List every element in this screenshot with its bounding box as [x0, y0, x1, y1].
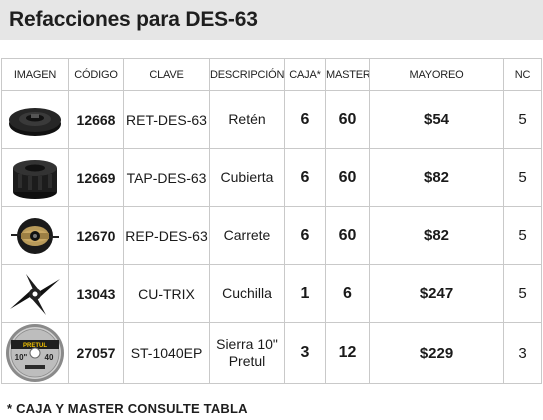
table-row: PRETUL 10" 40 27057 ST-1040EP Sierra 10"… [1, 322, 542, 384]
header-descripcion: DESCRIPCIÓN [209, 58, 285, 91]
mayoreo-cell: $54 [369, 90, 504, 149]
caja-cell: 1 [284, 264, 326, 323]
codigo-cell: 12668 [68, 90, 124, 149]
line-spool-icon [11, 217, 59, 254]
caja-cell: 6 [284, 90, 326, 149]
saw-blade-teeth-text: 40 [45, 353, 54, 362]
descripcion-line: Sierra 10" [216, 336, 278, 352]
caja-cell: 3 [284, 322, 326, 384]
codigo-cell: 12670 [68, 206, 124, 265]
descripcion-cell: Cuchilla [209, 264, 285, 323]
codigo-cell: 13043 [68, 264, 124, 323]
image-cell [1, 206, 69, 265]
mayoreo-cell: $82 [369, 148, 504, 207]
header-master: MASTER [325, 58, 370, 91]
table-header-row: IMAGEN CÓDIGO CLAVE DESCRIPCIÓN CAJA* MA… [1, 58, 542, 91]
saw-blade-icon: PRETUL 10" 40 [6, 324, 64, 382]
descripcion-cell: Sierra 10" Pretul [209, 322, 285, 384]
clave-cell: REP-DES-63 [123, 206, 210, 265]
codigo-cell: 27057 [68, 322, 124, 384]
retainer-ring-icon [9, 107, 61, 136]
nc-cell: 5 [503, 206, 542, 265]
header-caja: CAJA* [284, 58, 326, 91]
mayoreo-cell: $229 [369, 322, 504, 384]
page-title: Refacciones para DES-63 [9, 8, 258, 31]
codigo-cell: 12669 [68, 148, 124, 207]
table-row: 13043 CU-TRIX Cuchilla 1 6 $247 5 [1, 264, 542, 323]
saw-blade-size-text: 10" [15, 353, 28, 362]
caja-cell: 6 [284, 148, 326, 207]
master-cell: 60 [325, 148, 370, 207]
image-cell [1, 90, 69, 149]
image-cell [1, 264, 69, 323]
parts-table: IMAGEN CÓDIGO CLAVE DESCRIPCIÓN CAJA* MA… [1, 58, 542, 384]
master-cell: 60 [325, 90, 370, 149]
image-cell: PRETUL 10" 40 [1, 322, 69, 384]
nc-cell: 5 [503, 264, 542, 323]
mayoreo-cell: $82 [369, 206, 504, 265]
descripcion-cell: Carrete [209, 206, 285, 265]
master-cell: 6 [325, 264, 370, 323]
image-cell [1, 148, 69, 207]
clave-cell: CU-TRIX [123, 264, 210, 323]
nc-cell: 5 [503, 148, 542, 207]
master-cell: 12 [325, 322, 370, 384]
descripcion-line: Pretul [228, 353, 266, 369]
table-row: 12670 REP-DES-63 Carrete 6 60 $82 5 [1, 206, 542, 265]
table-row: 12668 RET-DES-63 Retén 6 60 $54 5 [1, 90, 542, 149]
nc-cell: 3 [503, 322, 542, 384]
descripcion-cell: Cubierta [209, 148, 285, 207]
footnote: * CAJA Y MASTER CONSULTE TABLA [7, 401, 248, 416]
master-cell: 60 [325, 206, 370, 265]
nc-cell: 5 [503, 90, 542, 149]
tri-blade-icon [10, 273, 60, 315]
header-nc: NC [503, 58, 542, 91]
title-bar: Refacciones para DES-63 [0, 0, 543, 40]
mayoreo-cell: $247 [369, 264, 504, 323]
clave-cell: ST-1040EP [123, 322, 210, 384]
header-codigo: CÓDIGO [68, 58, 124, 91]
header-imagen: IMAGEN [1, 58, 69, 91]
clave-cell: RET-DES-63 [123, 90, 210, 149]
clave-cell: TAP-DES-63 [123, 148, 210, 207]
descripcion-cell: Retén [209, 90, 285, 149]
header-clave: CLAVE [123, 58, 210, 91]
table-row: 12669 TAP-DES-63 Cubierta 6 60 $82 5 [1, 148, 542, 207]
caja-cell: 6 [284, 206, 326, 265]
header-mayoreo: MAYOREO [369, 58, 504, 91]
spool-cover-icon [13, 159, 57, 199]
